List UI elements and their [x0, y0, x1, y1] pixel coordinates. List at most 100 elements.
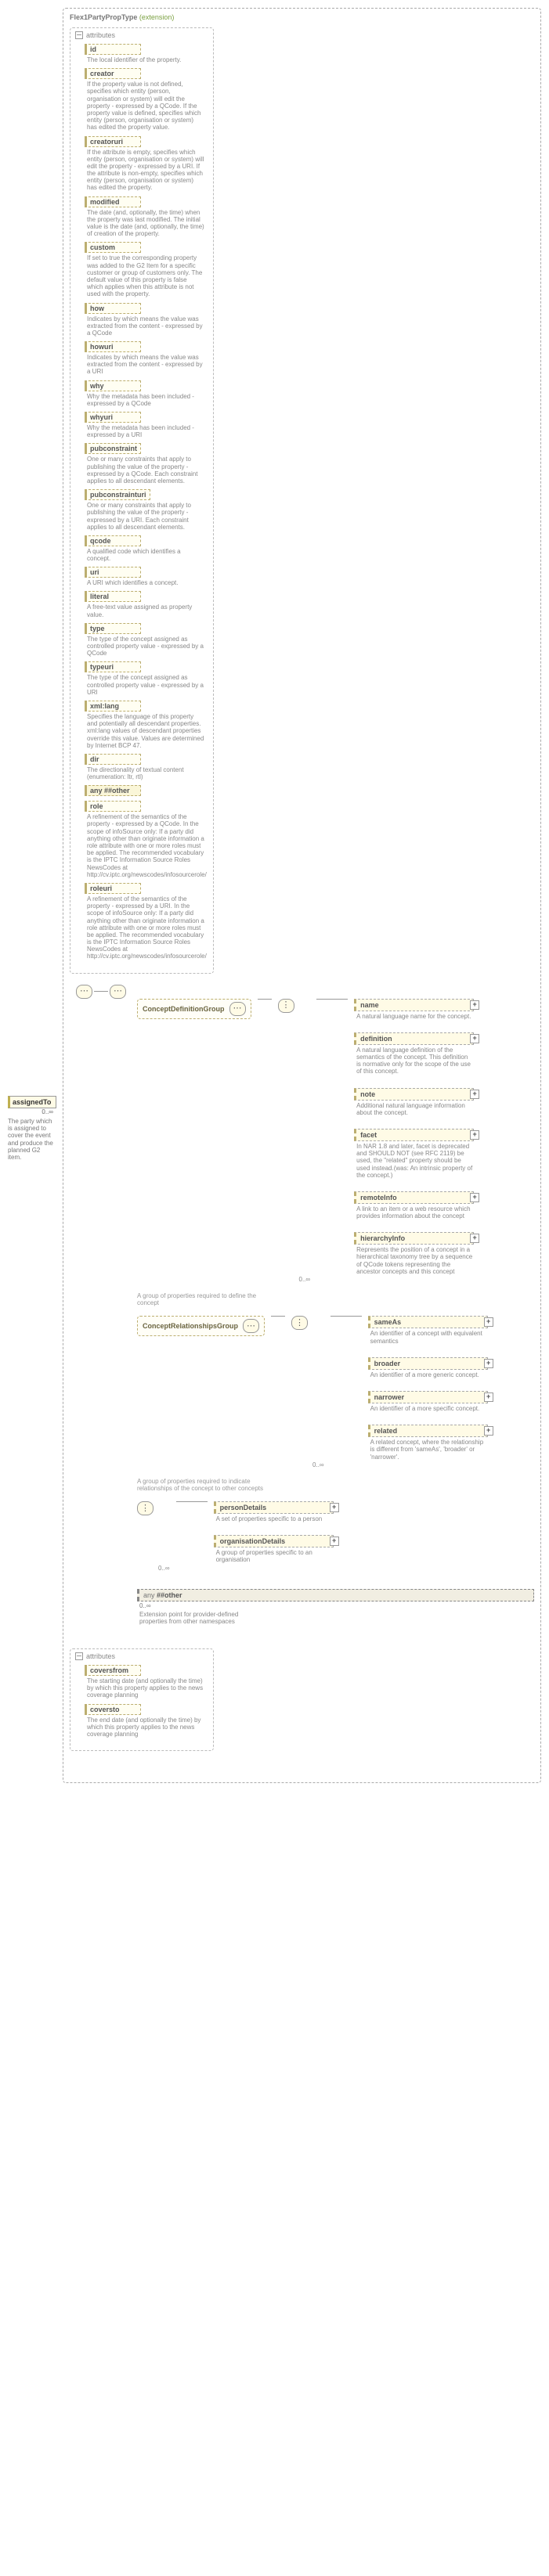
top-attr-name-howuri[interactable]: howuri — [85, 341, 141, 352]
top-attr-name-any_other[interactable]: any ##other — [85, 785, 141, 796]
crg-child-doc-sameAs: An identifier of a concept with equivale… — [370, 1330, 488, 1344]
crg-child-box-narrower[interactable]: narrower+ — [368, 1391, 488, 1403]
choice-compositor-2[interactable] — [291, 1316, 308, 1330]
expand-icon[interactable]: + — [330, 1503, 339, 1512]
cdg-child-hierarchyInfo: hierarchyInfo+Represents the position of… — [354, 1232, 474, 1283]
root-element-box[interactable]: assignedTo — [8, 1096, 56, 1108]
top-attr-name-creatoruri[interactable]: creatoruri — [85, 136, 141, 147]
top-attr-name-dir[interactable]: dir — [85, 754, 141, 765]
top-attr-name-uri[interactable]: uri — [85, 567, 141, 578]
expand-icon[interactable]: + — [470, 1034, 479, 1043]
top-attr-name-xml:lang[interactable]: xml:lang — [85, 701, 141, 712]
concept-relationships-group-doc: A group of properties required to indica… — [137, 1478, 270, 1492]
bottom-attr-name-coversto[interactable]: coversto — [85, 1704, 141, 1715]
top-attr-doc-dir: The directionality of textual content (e… — [85, 765, 206, 780]
choice-compositor[interactable] — [278, 999, 294, 1013]
details-choice-compositor[interactable] — [137, 1501, 154, 1515]
top-attr-xml:lang: xml:langSpecifies the language of this p… — [85, 701, 208, 749]
crg-child-box-related[interactable]: related+ — [368, 1425, 488, 1437]
crg-child-label-sameAs: sameAs — [374, 1318, 402, 1326]
top-attr-name-roleuri[interactable]: roleuri — [85, 883, 141, 894]
top-attr-name-pubconstraint[interactable]: pubconstraint — [85, 443, 141, 454]
top-attr-name-role[interactable]: role — [85, 801, 141, 812]
expand-icon[interactable]: + — [470, 1000, 479, 1010]
person-details-doc: A set of properties specific to a person — [216, 1515, 334, 1522]
expand-icon[interactable]: + — [484, 1317, 493, 1327]
group-sequence-compositor[interactable] — [229, 1002, 246, 1016]
person-details-box[interactable]: personDetails + — [214, 1501, 334, 1514]
any-other-elem-box[interactable]: any any ##other##other — [137, 1589, 534, 1601]
collapse-icon[interactable] — [75, 1652, 83, 1660]
details-choice-block: 0..∞ personDetails + A set of properties… — [137, 1501, 534, 1580]
crg-child-label-related: related — [374, 1427, 398, 1435]
organisation-details-box[interactable]: organisationDetails + — [214, 1535, 334, 1547]
cdg-child-occurs: 0..∞ — [299, 1276, 311, 1283]
cdg-child-doc-definition: A natural language definition of the sem… — [356, 1047, 474, 1075]
top-attr-name-type[interactable]: type — [85, 623, 141, 634]
expand-icon[interactable]: + — [484, 1392, 493, 1402]
top-attr-doc-how: Indicates by which means the value was e… — [85, 314, 206, 337]
attributes-header[interactable]: attributes — [75, 31, 208, 39]
extension-attributes-header[interactable]: attributes — [75, 1652, 208, 1660]
expand-icon[interactable]: + — [470, 1234, 479, 1243]
expand-icon[interactable]: + — [484, 1359, 493, 1368]
top-attr-name-whyuri[interactable]: whyuri — [85, 412, 141, 423]
collapse-icon[interactable] — [75, 31, 83, 39]
top-attr-name-why[interactable]: why — [85, 380, 141, 391]
concept-definition-group-frame[interactable]: ConceptDefinitionGroup — [137, 999, 251, 1019]
attributes-container: attributes idThe local identifier of the… — [70, 27, 214, 974]
type-extension-badge: (extension) — [139, 13, 175, 21]
crg-child-box-sameAs[interactable]: sameAs+ — [368, 1316, 488, 1328]
top-attr-name-pubconstrainturi[interactable]: pubconstrainturi — [85, 489, 150, 500]
expand-icon[interactable]: + — [470, 1130, 479, 1140]
top-attr-doc-creator: If the property value is not defined, sp… — [85, 79, 206, 131]
sequence-compositor-inner[interactable] — [110, 985, 126, 999]
cdg-child-doc-remoteInfo: A link to an item or a web resource whic… — [356, 1205, 474, 1220]
top-attr-name-literal[interactable]: literal — [85, 591, 141, 602]
sequence-compositor[interactable] — [76, 985, 92, 999]
group-sequence-compositor-2[interactable] — [243, 1319, 259, 1333]
cdg-child-box-hierarchyInfo[interactable]: hierarchyInfo+ — [354, 1232, 474, 1245]
person-details-node: personDetails + A set of properties spec… — [214, 1501, 334, 1530]
top-attr-qcode: qcodeA qualified code which identifies a… — [85, 535, 208, 562]
top-attr-why: whyWhy the metadata has been included - … — [85, 380, 208, 407]
any-other-elem-doc: Extension point for provider-defined pro… — [139, 1611, 257, 1625]
top-attr-name-custom[interactable]: custom — [85, 242, 141, 253]
expand-icon[interactable]: + — [484, 1426, 493, 1436]
top-attr-doc-roleuri: A refinement of the semantics of the pro… — [85, 894, 206, 960]
content-model-tree: ConceptDefinitionGroup 0..∞ name+ A natur… — [76, 985, 534, 1633]
cdg-child-box-remoteInfo[interactable]: remoteInfo+ — [354, 1191, 474, 1204]
top-attr-uri: uriA URI which identifies a concept. — [85, 567, 208, 586]
top-attr-name-how[interactable]: how — [85, 303, 141, 314]
cdg-child-box-name[interactable]: name+ — [354, 999, 474, 1011]
extension-attributes-header-label: attributes — [86, 1652, 115, 1660]
cdg-child-box-facet[interactable]: facet+ — [354, 1129, 474, 1141]
top-attr-name-typeuri[interactable]: typeuri — [85, 661, 141, 672]
top-attr-name-creator[interactable]: creator — [85, 68, 141, 79]
top-attr-doc-qcode: A qualified code which identifies a conc… — [85, 546, 206, 562]
type-frame: Flex1PartyPropType (extension) attribute… — [63, 8, 541, 1783]
cdg-child-doc-note: Additional natural language information … — [356, 1102, 474, 1116]
top-attr-doc-role: A refinement of the semantics of the pro… — [85, 812, 206, 878]
cdg-child-facet: facet+In NAR 1.8 and later, facet is dep… — [354, 1129, 474, 1187]
cdg-child-box-definition[interactable]: definition+ — [354, 1032, 474, 1045]
bottom-attr-name-coversfrom[interactable]: coversfrom — [85, 1665, 141, 1676]
bottom-attr-doc-coversfrom: The starting date (and optionally the ti… — [85, 1676, 206, 1699]
type-name: Flex1PartyPropType — [70, 13, 137, 21]
cdg-child-box-note[interactable]: note+ — [354, 1088, 474, 1101]
crg-child-box-broader[interactable]: broader+ — [368, 1357, 488, 1370]
crg-child-sameAs: sameAs+ An identifier of a concept with e… — [368, 1316, 488, 1352]
concept-relationships-group-frame[interactable]: ConceptRelationshipsGroup — [137, 1316, 265, 1336]
expand-icon[interactable]: + — [330, 1537, 339, 1546]
top-attr-name-id[interactable]: id — [85, 44, 141, 55]
top-attr-name-modified[interactable]: modified — [85, 196, 141, 207]
crg-child-narrower: narrower+An identifier of a more specifi… — [368, 1391, 488, 1420]
top-attr-name-qcode[interactable]: qcode — [85, 535, 141, 546]
details-choice-occurs: 0..∞ — [158, 1565, 170, 1572]
top-attr-typeuri: typeuriThe type of the concept assigned … — [85, 661, 208, 696]
expand-icon[interactable]: + — [470, 1193, 479, 1202]
crg-child-occurs: 0..∞ — [312, 1461, 324, 1468]
attributes-header-label: attributes — [86, 31, 115, 39]
expand-icon[interactable]: + — [470, 1090, 479, 1099]
root-element-label: assignedTo — [13, 1098, 51, 1106]
